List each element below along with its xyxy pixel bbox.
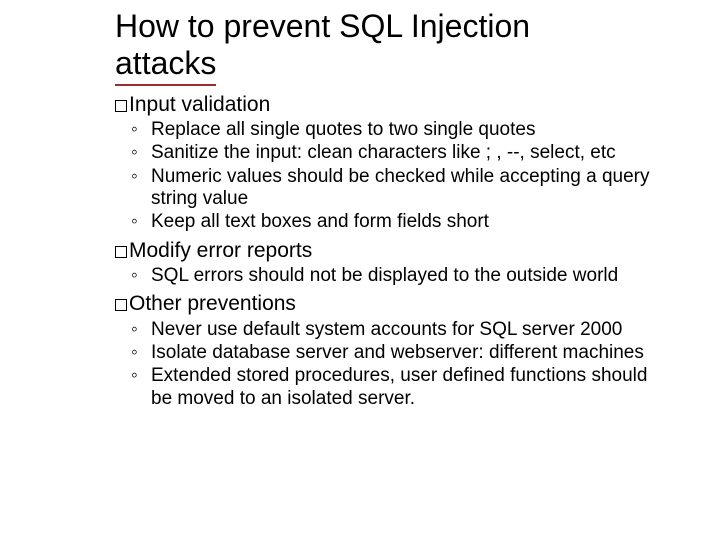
checkbox-icon <box>115 299 127 311</box>
ring-bullet-icon: ◦ <box>131 211 151 233</box>
slide-body: Input validation ◦Replace all single quo… <box>115 92 662 411</box>
heading-text: Input validation <box>129 93 270 116</box>
section-items: ◦SQL errors should not be displayed to t… <box>131 265 662 287</box>
title-line-1: How to prevent SQL Injection <box>115 8 530 44</box>
ring-bullet-icon: ◦ <box>131 166 151 211</box>
heading-text: Modify error reports <box>129 239 312 262</box>
list-item: ◦Numeric values should be checked while … <box>131 166 662 211</box>
slide: How to prevent SQL Injection attacks Inp… <box>0 0 720 540</box>
ring-bullet-icon: ◦ <box>131 365 151 410</box>
slide-title: How to prevent SQL Injection attacks <box>115 8 662 86</box>
section-items: ◦Replace all single quotes to two single… <box>131 119 662 234</box>
ring-bullet-icon: ◦ <box>131 265 151 287</box>
section-heading-other-preventions: Other preventions <box>115 291 662 316</box>
ring-bullet-icon: ◦ <box>131 142 151 164</box>
list-item: ◦Keep all text boxes and form fields sho… <box>131 211 662 233</box>
checkbox-icon <box>115 100 127 112</box>
section-items: ◦Never use default system accounts for S… <box>131 319 662 411</box>
ring-bullet-icon: ◦ <box>131 319 151 341</box>
section-heading-input-validation: Input validation <box>115 92 662 117</box>
checkbox-icon <box>115 246 127 258</box>
ring-bullet-icon: ◦ <box>131 119 151 141</box>
list-item: ◦Replace all single quotes to two single… <box>131 119 662 141</box>
heading-text: Other preventions <box>129 292 296 315</box>
list-item: ◦Extended stored procedures, user define… <box>131 365 662 410</box>
list-item: ◦Isolate database server and webserver: … <box>131 342 662 364</box>
ring-bullet-icon: ◦ <box>131 342 151 364</box>
list-item: ◦Sanitize the input: clean characters li… <box>131 142 662 164</box>
section-heading-modify-error-reports: Modify error reports <box>115 238 662 263</box>
list-item: ◦Never use default system accounts for S… <box>131 319 662 341</box>
title-line-2: attacks <box>115 45 216 86</box>
list-item: ◦SQL errors should not be displayed to t… <box>131 265 662 287</box>
